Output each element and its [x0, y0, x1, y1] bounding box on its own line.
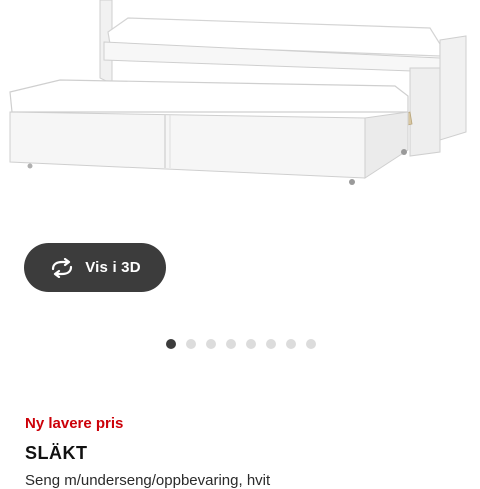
product-image[interactable] [0, 0, 480, 215]
carousel-dot-5[interactable] [246, 339, 256, 349]
carousel-dot-2[interactable] [186, 339, 196, 349]
carousel-dot-4[interactable] [226, 339, 236, 349]
carousel-dot-3[interactable] [206, 339, 216, 349]
view-3d-label: Vis i 3D [85, 259, 141, 276]
rotate-3d-icon [52, 257, 73, 278]
carousel-pagination [166, 339, 316, 349]
bed-illustration [9, 0, 467, 185]
carousel-dot-7[interactable] [286, 339, 296, 349]
carousel-dot-6[interactable] [266, 339, 276, 349]
price-badge: Ny lavere pris [25, 415, 124, 432]
carousel-dot-8[interactable] [306, 339, 316, 349]
view-3d-button[interactable]: Vis i 3D [24, 243, 166, 292]
carousel-dot-1[interactable] [166, 339, 176, 349]
product-name: SLÄKT [25, 443, 88, 463]
product-description: Seng m/underseng/oppbevaring, hvit [25, 472, 271, 489]
